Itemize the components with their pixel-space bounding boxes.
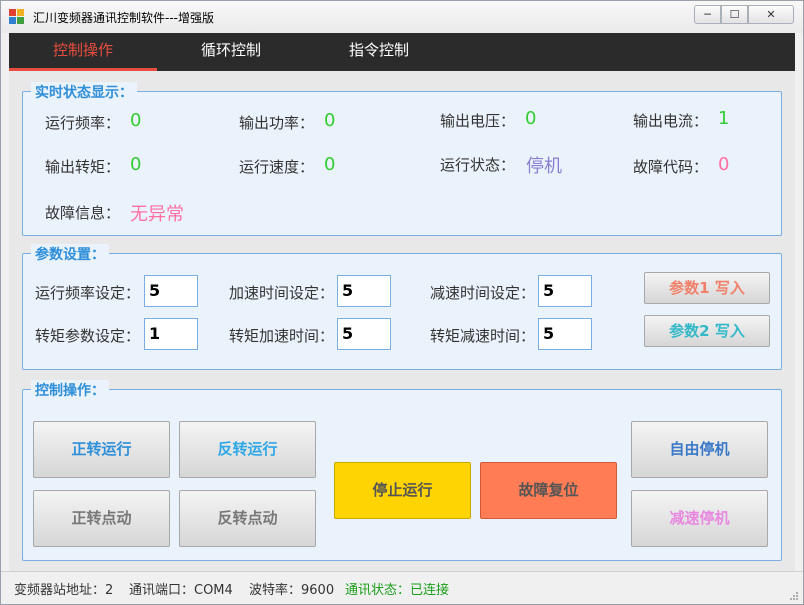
run-speed-label: 运行速度： bbox=[239, 158, 315, 176]
run-freq-set-input[interactable]: 5 bbox=[144, 275, 198, 307]
out-torque-label: 输出转矩： bbox=[45, 158, 121, 176]
run-state-label: 运行状态： bbox=[440, 156, 516, 174]
tab-command-control[interactable]: 指令控制 bbox=[305, 33, 453, 71]
reverse-run-button[interactable]: 反转运行 bbox=[179, 421, 316, 478]
out-voltage-value: 0 bbox=[525, 108, 537, 129]
tab-content: 实时状态显示： 运行频率： 0 输出功率： 0 输出电压： 0 输出电流： 1 … bbox=[9, 71, 795, 571]
tab-bar: 控制操作 循环控制 指令控制 bbox=[9, 33, 795, 71]
out-current-label: 输出电流： bbox=[633, 112, 709, 130]
control-group-title: 控制操作： bbox=[31, 380, 109, 400]
torque-param-set-label: 转矩参数设定： bbox=[35, 327, 141, 345]
out-voltage-label: 输出电压： bbox=[440, 112, 516, 130]
run-state-value: 停机 bbox=[526, 156, 562, 177]
tab-cycle-control[interactable]: 循环控制 bbox=[157, 33, 305, 71]
fault-reset-button[interactable]: 故障复位 bbox=[480, 462, 617, 519]
forward-run-button[interactable]: 正转运行 bbox=[33, 421, 170, 478]
param1-write-button[interactable]: 参数1 写入 bbox=[644, 272, 770, 304]
torque-decel-time-label: 转矩减速时间： bbox=[430, 327, 536, 345]
params-group-title: 参数设置： bbox=[31, 244, 109, 264]
baud-rate: 波特率：9600 bbox=[249, 583, 335, 598]
status-group: 实时状态显示： 运行频率： 0 输出功率： 0 输出电压： 0 输出电流： 1 … bbox=[22, 82, 782, 236]
minimize-button[interactable]: ─ bbox=[694, 5, 721, 24]
out-power-label: 输出功率： bbox=[239, 114, 315, 132]
station-address: 变频器站地址：2 bbox=[14, 583, 114, 598]
comm-port: 通讯端口：COM4 bbox=[129, 583, 233, 598]
torque-accel-time-label: 转矩加速时间： bbox=[229, 327, 335, 345]
run-freq-label: 运行频率： bbox=[45, 114, 121, 132]
torque-param-set-input[interactable]: 1 bbox=[144, 318, 198, 350]
title-bar: 汇川变频器通讯控制软件---增强版 ─ ☐ ✕ bbox=[1, 1, 803, 33]
forward-jog-button[interactable]: 正转点动 bbox=[33, 490, 170, 547]
resize-grip-icon[interactable] bbox=[789, 591, 799, 601]
out-torque-value: 0 bbox=[130, 154, 142, 175]
accel-time-set-label: 加速时间设定： bbox=[229, 284, 335, 302]
fault-code-value: 0 bbox=[718, 154, 730, 175]
fault-info-value: 无异常 bbox=[130, 204, 184, 225]
out-current-value: 1 bbox=[718, 108, 730, 129]
free-stop-button[interactable]: 自由停机 bbox=[631, 421, 768, 478]
reverse-jog-button[interactable]: 反转点动 bbox=[179, 490, 316, 547]
tab-control-operation[interactable]: 控制操作 bbox=[9, 33, 157, 71]
close-button[interactable]: ✕ bbox=[748, 5, 794, 24]
comm-status: 通讯状态：已连接 bbox=[345, 583, 450, 598]
param2-write-button[interactable]: 参数2 写入 bbox=[644, 315, 770, 347]
control-group: 控制操作： 正转运行 反转运行 正转点动 反转点动 停止运行 故障复位 自由停机… bbox=[22, 380, 782, 561]
decel-time-set-input[interactable]: 5 bbox=[538, 275, 592, 307]
app-icon bbox=[9, 9, 25, 25]
run-freq-value: 0 bbox=[130, 110, 142, 131]
stop-run-button[interactable]: 停止运行 bbox=[334, 462, 471, 519]
out-power-value: 0 bbox=[324, 110, 336, 131]
status-group-title: 实时状态显示： bbox=[31, 82, 137, 102]
window-title: 汇川变频器通讯控制软件---增强版 bbox=[33, 11, 214, 25]
torque-accel-time-input[interactable]: 5 bbox=[337, 318, 391, 350]
params-group: 参数设置： 运行频率设定： 5 加速时间设定： 5 减速时间设定： 5 参数1 … bbox=[22, 244, 782, 370]
run-speed-value: 0 bbox=[324, 154, 336, 175]
torque-decel-time-input[interactable]: 5 bbox=[538, 318, 592, 350]
accel-time-set-input[interactable]: 5 bbox=[337, 275, 391, 307]
fault-info-label: 故障信息： bbox=[45, 204, 121, 222]
run-freq-set-label: 运行频率设定： bbox=[35, 284, 141, 302]
status-bar: 变频器站地址：2 通讯端口：COM4 波特率：9600 通讯状态：已连接 bbox=[1, 571, 803, 604]
fault-code-label: 故障代码： bbox=[633, 158, 709, 176]
maximize-button[interactable]: ☐ bbox=[721, 5, 748, 24]
decel-time-set-label: 减速时间设定： bbox=[430, 284, 536, 302]
decel-stop-button[interactable]: 减速停机 bbox=[631, 490, 768, 547]
app-window: 汇川变频器通讯控制软件---增强版 ─ ☐ ✕ 控制操作 循环控制 指令控制 实… bbox=[0, 0, 804, 605]
